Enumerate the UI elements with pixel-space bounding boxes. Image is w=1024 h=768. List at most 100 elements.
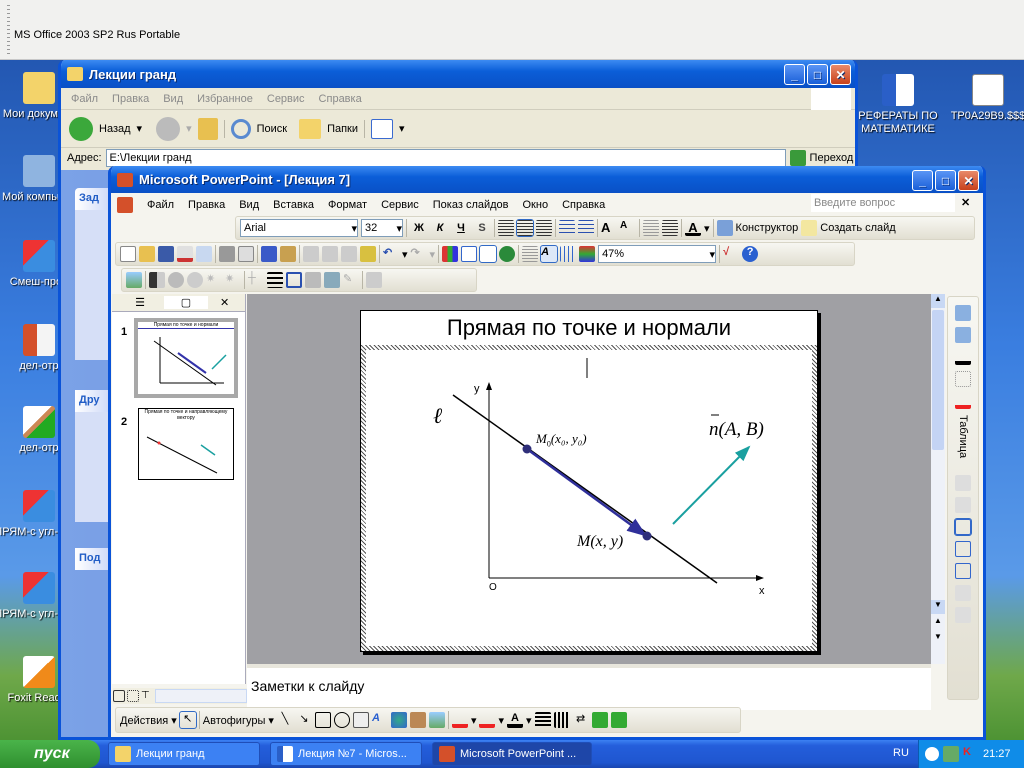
reset-picture-icon[interactable] <box>366 272 382 288</box>
vertical-scrollbar[interactable]: ▲ ▼ ▲ ▼ <box>931 294 945 664</box>
insert-table-icon[interactable] <box>955 475 971 491</box>
slideshow-button[interactable]: ⊤ <box>141 690 153 702</box>
decrease-font-icon[interactable]: A <box>620 220 636 236</box>
format-picture-icon[interactable] <box>324 272 340 288</box>
folders-icon[interactable] <box>299 118 322 139</box>
font-color-icon[interactable]: A <box>507 712 524 728</box>
autoshapes-menu[interactable]: Автофигуры ▾ <box>203 714 274 727</box>
taskbar-item-word[interactable]: Лекция №7 - Micros... <box>270 742 422 766</box>
redo-icon[interactable]: ↷ <box>411 246 427 262</box>
format-painter-icon[interactable] <box>360 246 376 262</box>
align-right-icon[interactable] <box>536 220 552 236</box>
border-color-icon[interactable] <box>955 349 971 365</box>
slide-sorter-button[interactable] <box>127 690 139 702</box>
next-slide-button[interactable]: ▼ <box>931 632 945 641</box>
dash-style-icon[interactable] <box>553 712 570 728</box>
cut-icon[interactable] <box>303 246 319 262</box>
research-icon[interactable] <box>280 246 296 262</box>
menu-slideshow[interactable]: Показ слайдов <box>433 199 509 211</box>
oval-tool-icon[interactable] <box>333 712 350 728</box>
font-color-icon[interactable]: A <box>685 220 701 236</box>
color-icon[interactable] <box>149 272 165 288</box>
align-center-icon[interactable] <box>516 219 534 237</box>
select-pointer-icon[interactable]: ↖ <box>178 711 197 729</box>
designer-icon[interactable] <box>716 220 733 236</box>
equation-icon[interactable]: √ <box>723 246 739 262</box>
print-icon[interactable] <box>219 246 235 262</box>
close-pane-button[interactable]: ✕ <box>220 296 229 309</box>
less-contrast-icon[interactable] <box>187 272 203 288</box>
insert-table-icon[interactable] <box>461 246 478 262</box>
maximize-button[interactable]: □ <box>935 170 956 191</box>
more-brightness-icon[interactable]: ✷ <box>206 272 222 288</box>
distribute-rows-icon[interactable] <box>955 585 971 601</box>
menu-tools[interactable]: Сервис <box>381 199 419 211</box>
eraser-icon[interactable] <box>955 327 971 343</box>
underline-button[interactable]: Ч <box>452 222 470 234</box>
merge-cells-icon[interactable] <box>955 497 971 513</box>
recolor-icon[interactable] <box>305 272 321 288</box>
slide-canvas[interactable]: Прямая по точке и нормали y O x ℓ M0(x₀,… <box>360 310 818 652</box>
explorer-titlebar[interactable]: Лекции гранд _ □ ✕ <box>61 60 855 88</box>
menu-view[interactable]: Вид <box>163 93 183 105</box>
menu-help[interactable]: Справка <box>562 199 605 211</box>
copy-icon[interactable] <box>322 246 338 262</box>
less-brightness-icon[interactable]: ✷ <box>225 272 241 288</box>
slide-thumbnail-1[interactable]: Прямая по точке и нормали <box>134 318 238 398</box>
shadow-style-icon[interactable] <box>591 712 608 728</box>
numbered-list-icon[interactable] <box>559 220 575 236</box>
views-icon[interactable] <box>371 118 394 139</box>
network-icon[interactable] <box>943 746 959 762</box>
normal-view-button[interactable] <box>113 690 125 702</box>
increase-font-icon[interactable]: A <box>601 220 617 236</box>
menu-file[interactable]: Файл <box>147 199 174 211</box>
horizontal-scrollbar[interactable] <box>155 689 247 703</box>
address-input[interactable]: E:\Лекции гранд <box>105 149 786 167</box>
minimize-button[interactable]: _ <box>912 170 933 191</box>
line-style-icon[interactable] <box>267 272 283 288</box>
tables-borders-icon[interactable] <box>479 245 498 263</box>
menu-file[interactable]: Файл <box>71 93 98 105</box>
close-button[interactable]: ✕ <box>958 170 979 191</box>
distribute-columns-icon[interactable] <box>955 607 971 623</box>
forward-arrow-icon[interactable] <box>156 116 181 141</box>
diagram-icon[interactable] <box>390 712 407 728</box>
menu-view[interactable]: Вид <box>239 199 259 211</box>
up-folder-icon[interactable] <box>197 117 218 140</box>
ppt-titlebar[interactable]: Microsoft PowerPoint - [Лекция 7] _ □ ✕ <box>111 166 983 193</box>
grid-icon[interactable] <box>560 246 577 262</box>
insert-chart-icon[interactable] <box>442 246 459 262</box>
email-icon[interactable] <box>196 246 212 262</box>
bulleted-list-icon[interactable] <box>578 220 594 236</box>
hyperlink-icon[interactable] <box>499 246 516 262</box>
decrease-indent-icon[interactable] <box>643 220 659 236</box>
set-transparent-icon[interactable]: ✎ <box>343 272 359 288</box>
insert-picture-icon[interactable] <box>428 712 445 728</box>
crop-icon[interactable]: ┼ <box>248 272 264 288</box>
help-icon[interactable]: ? <box>742 246 759 262</box>
align-middle-icon[interactable] <box>955 541 971 557</box>
clip-art-icon[interactable] <box>409 712 426 728</box>
menu-favorites[interactable]: Избранное <box>197 93 253 105</box>
3d-style-icon[interactable] <box>610 712 627 728</box>
align-top-icon[interactable] <box>954 518 972 536</box>
close-document-button[interactable]: ✕ <box>961 196 970 209</box>
spelling-icon[interactable] <box>261 246 277 262</box>
compress-pictures-icon[interactable] <box>286 272 302 288</box>
menu-tools[interactable]: Сервис <box>267 93 305 105</box>
designer-button[interactable]: Конструктор <box>736 222 799 234</box>
desktop-icon-tp0a29b9[interactable]: TP0A29B9.$$$ <box>948 74 1024 123</box>
menu-insert[interactable]: Вставка <box>273 199 314 211</box>
close-button[interactable]: ✕ <box>830 64 851 85</box>
arrow-style-icon[interactable]: ⇄ <box>573 712 589 728</box>
menu-edit[interactable]: Правка <box>112 93 149 105</box>
increase-indent-icon[interactable] <box>662 220 678 236</box>
line-color-icon[interactable] <box>479 712 496 728</box>
wordart-icon[interactable]: A <box>372 712 388 728</box>
new-icon[interactable] <box>120 246 136 262</box>
drag-grip[interactable] <box>7 5 10 55</box>
line-style-icon[interactable] <box>534 712 551 728</box>
draw-table-icon[interactable] <box>955 305 971 321</box>
show-formatting-icon[interactable]: A <box>540 245 559 263</box>
search-icon[interactable] <box>230 118 251 139</box>
